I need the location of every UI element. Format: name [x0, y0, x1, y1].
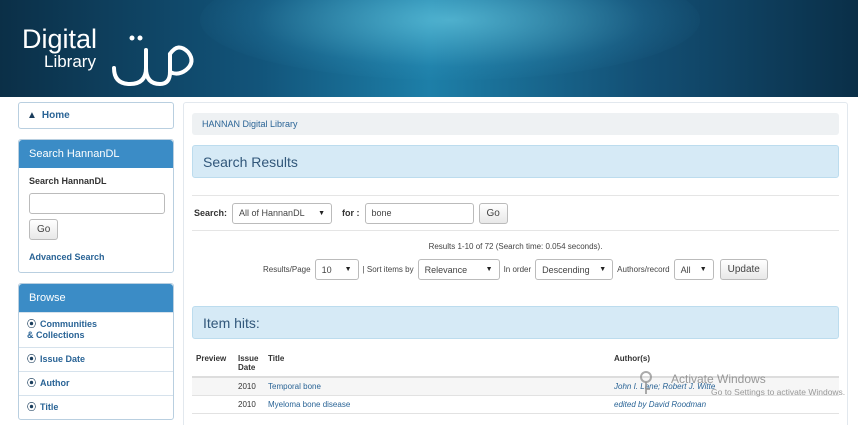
results-options: Results/Page 10 ▼ | Sort items by Relevan… [259, 259, 768, 280]
cell-preview [192, 377, 234, 396]
advanced-search-link[interactable]: Advanced Search [29, 252, 163, 262]
update-button[interactable]: Update [719, 259, 768, 280]
query-input[interactable]: bone [364, 202, 474, 224]
logo-line1: Digital [22, 24, 98, 54]
authors-value: All [680, 264, 691, 275]
authors-select[interactable]: All ▼ [673, 259, 714, 280]
scope-select[interactable]: All of HannanDL ▼ [232, 202, 333, 224]
browse-item-label: Author [40, 378, 70, 388]
search-label: Search: [194, 208, 228, 218]
order-select[interactable]: Descending ▼ [535, 259, 614, 280]
results-info: Results 1-10 of 72 (Search time: 0.054 s… [428, 242, 603, 251]
rpp-value: 10 [321, 264, 332, 275]
main-content: HANNAN Digital Library Search Results Se… [183, 102, 848, 425]
item-authors-link[interactable]: John I. Lane; Robert J. Witte [614, 382, 715, 391]
caret-down-icon: ▼ [485, 266, 493, 273]
browse-communities[interactable]: ⦿ Communities & Collections [19, 312, 173, 347]
results-table: Preview Issue Date Title Author(s) 2010 … [192, 350, 839, 414]
search-go-button[interactable]: Go [478, 202, 508, 224]
circle-chevron-icon: ⦿ [27, 402, 37, 412]
browse-heading: Browse [19, 284, 173, 312]
browse-item-label: Issue Date [40, 354, 86, 364]
caret-down-icon: ▼ [699, 266, 707, 273]
browse-item-label: Communities [40, 319, 98, 329]
key-icon [640, 371, 652, 394]
browse-author[interactable]: ⦿ Author [19, 371, 173, 395]
home-label: Home [41, 110, 70, 121]
home-icon: ▲ [27, 110, 37, 121]
rpp-label: Results/Page [263, 265, 311, 274]
item-title-link[interactable]: Myeloma bone disease [268, 400, 350, 409]
scope-value: All of HannanDL [239, 208, 305, 218]
site-header: Digital Library [0, 0, 858, 97]
order-value: Descending [542, 264, 590, 275]
for-label: for : [342, 208, 360, 218]
item-title-link[interactable]: Temporal bone [268, 382, 321, 391]
circle-chevron-icon: ⦿ [27, 319, 37, 329]
browse-item-label-line2: & Collections [27, 330, 85, 340]
sort-value: Relevance [424, 264, 468, 275]
cell-preview [192, 395, 234, 414]
sidebar-go-button[interactable]: Go [29, 219, 59, 240]
header-glow [200, 0, 700, 80]
logo-mark-icon [112, 35, 194, 87]
browse-issue-date[interactable]: ⦿ Issue Date [19, 347, 173, 371]
table-header-row: Preview Issue Date Title Author(s) [192, 350, 839, 378]
browse-box: Browse ⦿ Communities & Collections ⦿ Issue… [18, 283, 174, 420]
sort-label: | Sort items by [362, 265, 414, 274]
item-hits-heading: Item hits: [192, 306, 839, 339]
search-bar: Search: All of HannanDL ▼ for : bone Go [192, 195, 839, 231]
home-link[interactable]: ▲ Home [18, 102, 174, 129]
table-row: 2010 Temporal bone John I. Lane; Robert … [192, 377, 839, 396]
order-label: In order [503, 265, 532, 274]
col-issue-line1: Issue [238, 354, 259, 363]
caret-down-icon: ▼ [344, 266, 352, 273]
search-results-heading: Search Results [192, 145, 839, 178]
col-issue-date[interactable]: Issue Date [234, 350, 264, 378]
authors-label: Authors/record [617, 265, 670, 274]
circle-chevron-icon: ⦿ [27, 354, 37, 364]
caret-down-icon: ▼ [318, 209, 326, 217]
sort-select[interactable]: Relevance ▼ [417, 259, 500, 280]
cell-date: 2010 [234, 377, 264, 396]
browse-item-label: Title [40, 402, 59, 412]
col-issue-line2: Date [238, 363, 256, 372]
cell-date: 2010 [234, 395, 264, 414]
table-row: 2010 Myeloma bone disease edited by Davi… [192, 395, 839, 414]
search-box-label: Search HannanDL [29, 176, 107, 186]
item-authors-link[interactable]: edited by David Roodman [614, 400, 706, 409]
breadcrumb[interactable]: HANNAN Digital Library [192, 113, 839, 135]
browse-title[interactable]: ⦿ Title [19, 395, 173, 419]
col-preview[interactable]: Preview [192, 350, 234, 378]
logo-line2: Library [44, 52, 96, 71]
col-title[interactable]: Title [264, 350, 610, 378]
sidebar: ▲ Home Search HannanDL Search HannanDL G… [18, 102, 174, 425]
circle-chevron-icon: ⦿ [27, 378, 37, 388]
search-box: Search HannanDL Search HannanDL Go Advan… [18, 139, 174, 273]
sidebar-search-input[interactable] [29, 193, 165, 214]
caret-down-icon: ▼ [599, 266, 607, 273]
breadcrumb-home[interactable]: HANNAN Digital Library [202, 119, 298, 129]
search-box-heading: Search HannanDL [19, 140, 173, 168]
rpp-select[interactable]: 10 ▼ [314, 259, 359, 280]
logo-text[interactable]: Digital Library [22, 24, 98, 71]
